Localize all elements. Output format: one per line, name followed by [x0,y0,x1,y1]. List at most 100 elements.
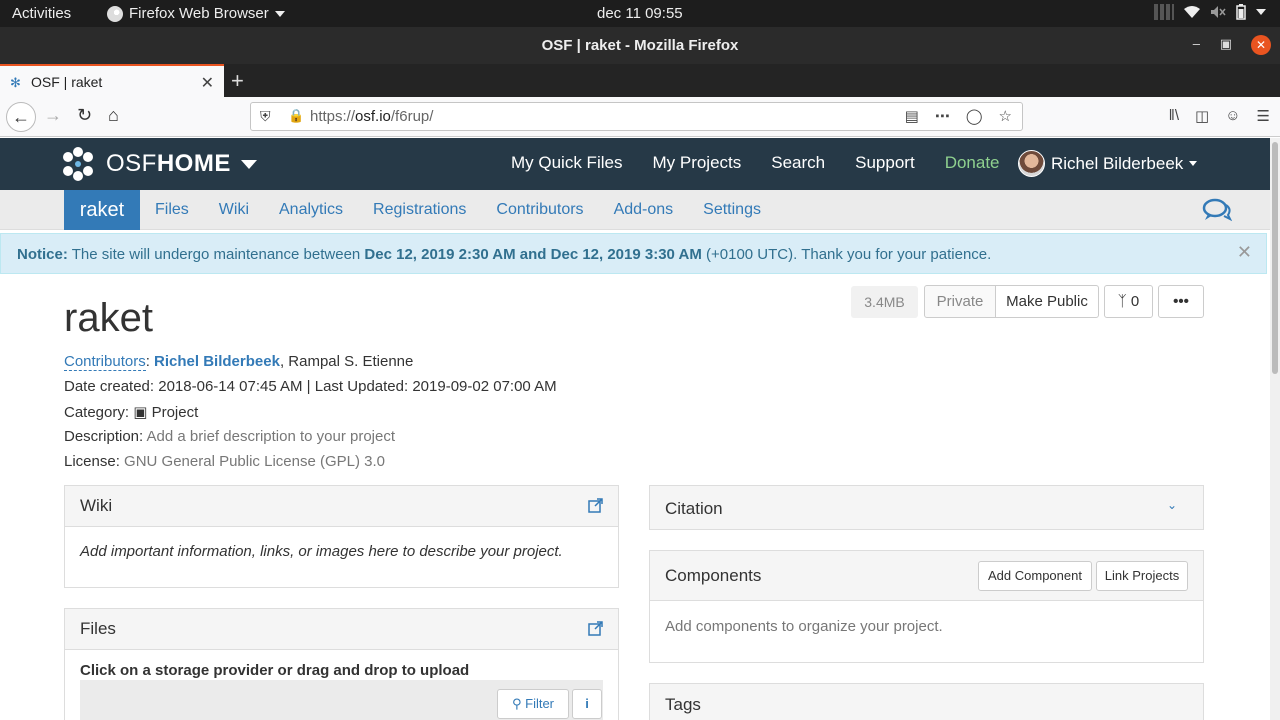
app-menu-label: Firefox Web Browser [129,5,269,22]
reload-icon[interactable]: ↻ [77,105,92,126]
filter-label: Filter [525,696,555,711]
osf-favicon-icon: ✻ [10,75,21,90]
private-button[interactable]: Private [924,285,996,318]
activities-button[interactable]: Activities [12,5,71,22]
firefox-icon [107,5,123,22]
tracking-shield-icon[interactable]: ⛨ [260,108,271,125]
contributors-line: Contributors: Richel Bilderbeek, Rampal … [64,353,414,371]
page-scrollbar[interactable] [1270,138,1280,720]
project-nav-files[interactable]: Files [155,201,189,219]
project-nav-title[interactable]: raket [64,190,140,230]
components-panel-title: Components [665,566,762,585]
reader-view-icon[interactable]: ▤ [905,107,919,125]
more-options-button[interactable]: ••• [1158,285,1204,318]
info-icon: i [585,696,589,711]
url-text[interactable]: https://osf.io/f6rup/ [310,108,433,125]
tab-strip: ✻ OSF | raket ✕ + [0,64,1280,97]
link-projects-button[interactable]: Link Projects [1096,561,1188,591]
brand-light: OSF [106,150,157,177]
info-button[interactable]: i [572,689,602,719]
new-tab-icon[interactable]: + [231,68,244,94]
project-nav-settings[interactable]: Settings [703,201,761,219]
chevron-down-icon [274,10,285,17]
date-created: 2018-06-14 07:45 AM [158,378,303,395]
notice-text: Notice: The site will undergo maintenanc… [17,246,991,263]
nav-my-quick-files[interactable]: My Quick Files [511,153,622,173]
back-icon[interactable]: ← [6,102,36,132]
osf-home-logo[interactable]: OSFHOME [60,146,257,182]
library-icon[interactable]: ‖\ [1169,107,1179,125]
osf-flower-icon [63,147,93,181]
dates-line: Date created: 2018-06-14 07:45 AM | Last… [64,378,557,395]
contributors-link[interactable]: Contributors [64,353,146,371]
date-created-label: Date created: [64,378,155,395]
external-link-icon[interactable] [588,621,603,636]
project-nav-analytics[interactable]: Analytics [279,201,343,219]
clock[interactable]: dec 11 09:55 [597,5,683,22]
project-nav-contributors[interactable]: Contributors [496,201,583,219]
url-path: /f6rup/ [390,108,434,125]
notice-part: and [515,246,551,263]
comments-icon[interactable] [1202,198,1232,222]
add-component-button[interactable]: Add Component [978,561,1092,591]
gnome-top-bar: Activities Firefox Web Browser dec 11 09… [0,0,1280,27]
tags-panel: Tags [649,683,1204,720]
tab-title: OSF | raket [31,74,103,90]
maximize-icon[interactable]: ▣ [1220,36,1232,52]
tab-osf-raket[interactable]: ✻ OSF | raket ✕ [0,64,224,97]
cube-icon: ▣ [133,404,148,421]
project-nav-wiki[interactable]: Wiki [219,201,249,219]
minimize-icon[interactable]: – [1193,36,1200,51]
page-actions-icon[interactable]: ⋯ [935,107,950,125]
close-icon[interactable]: ✕ [1237,242,1252,263]
system-tray[interactable] [1154,4,1266,20]
project-nav-addons[interactable]: Add-ons [614,201,674,219]
forward-icon[interactable]: → [44,105,62,126]
brand-text: OSFHOME [106,150,231,178]
nav-search[interactable]: Search [771,153,825,173]
tags-panel-title: Tags [665,695,701,714]
category-value: Project [151,404,199,421]
account-icon[interactable]: ☺ [1225,107,1240,125]
description-value[interactable]: Add a brief description to your project [147,428,395,445]
app-menu[interactable]: Firefox Web Browser [107,5,285,22]
files-panel-title: Files [80,619,116,638]
citation-panel[interactable]: Citation ⌄ [649,485,1204,530]
files-instructions: Click on a storage provider or drag and … [80,662,470,679]
nav-support[interactable]: Support [855,153,915,173]
sidebar-icon[interactable]: ◫ [1195,107,1209,125]
make-public-button[interactable]: Make Public [995,285,1099,318]
close-window-icon[interactable]: ✕ [1251,35,1271,55]
license-value[interactable]: GNU General Public License (GPL) 3.0 [124,453,385,470]
chevron-down-icon [1256,9,1266,15]
close-tab-icon[interactable]: ✕ [201,73,214,93]
external-link-icon[interactable] [588,498,603,513]
category-label: Category: [64,404,130,421]
notice-part: (+0100 UTC). Thank you for your patience… [701,246,992,263]
nav-donate[interactable]: Donate [945,153,1000,173]
chevron-down-icon[interactable]: ⌄ [1167,498,1177,512]
chevron-down-icon[interactable] [240,159,257,169]
fork-button[interactable]: ᛉ 0 [1104,285,1153,318]
bookmark-star-icon[interactable]: ☆ [999,107,1012,125]
url-bar[interactable]: ⛨ 🔒 https://osf.io/f6rup/ ▤ ⋯ ◯ ☆ [250,102,1023,131]
files-toolbar: ⚲ Filter i [80,680,603,720]
contributor-link[interactable]: Richel Bilderbeek [154,353,280,370]
lock-icon[interactable]: 🔒 [288,108,304,124]
license-line: License: GNU General Public License (GPL… [64,453,385,470]
contributor-name: Rampal S. Etienne [288,353,414,370]
nav-my-projects[interactable]: My Projects [652,153,741,173]
user-menu[interactable]: Richel Bilderbeek [1018,150,1198,177]
description-label: Description: [64,428,144,445]
home-icon[interactable]: ⌂ [108,105,119,126]
search-icon: ⚲ [511,696,526,711]
wifi-icon [1184,6,1200,18]
project-nav-registrations[interactable]: Registrations [373,201,466,219]
url-host: osf.io [355,108,391,125]
filter-button[interactable]: ⚲ Filter [497,689,569,719]
wiki-panel: Wiki Add important information, links, o… [64,485,619,588]
last-updated: 2019-09-02 07:00 AM [412,378,557,395]
hamburger-menu-icon[interactable]: ☰ [1257,107,1270,125]
scrollbar-thumb[interactable] [1272,142,1278,374]
pocket-icon[interactable]: ◯ [966,107,983,125]
